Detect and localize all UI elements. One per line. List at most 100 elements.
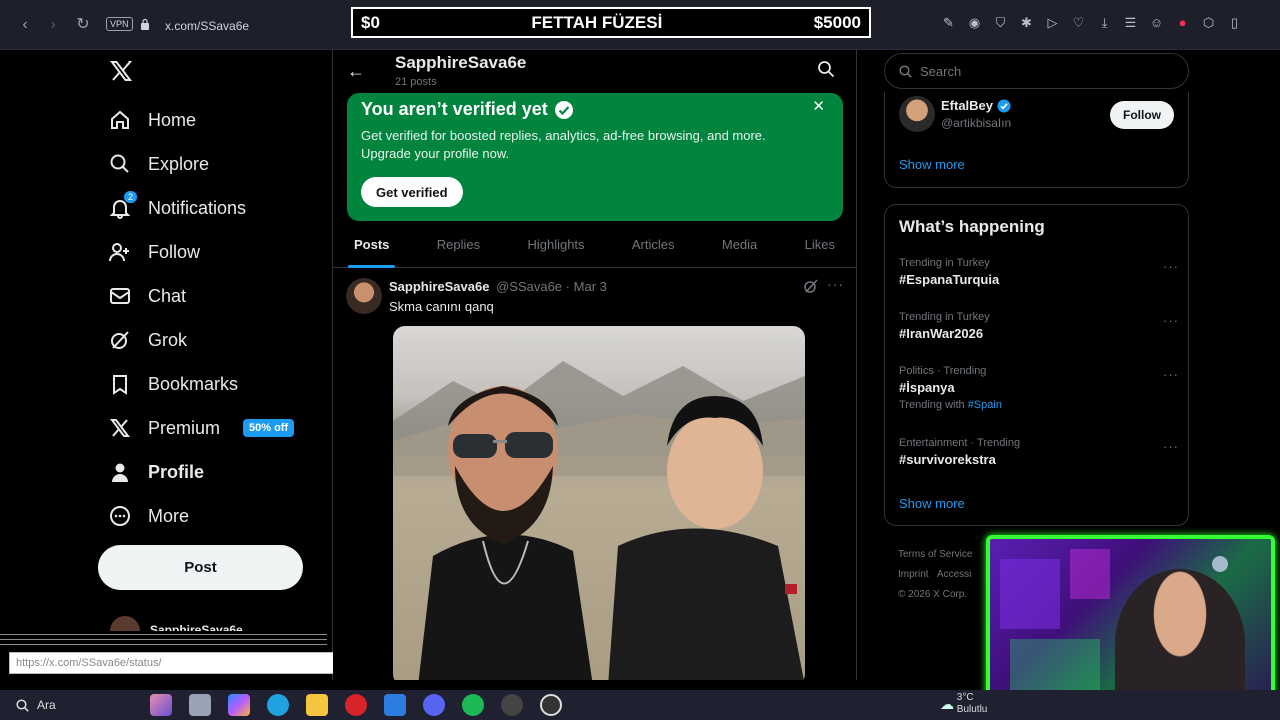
nav-notifications[interactable]: 2 Notifications (109, 191, 247, 222)
tab-likes[interactable]: Likes (805, 228, 835, 268)
mail-icon[interactable] (384, 694, 406, 716)
more-options-icon[interactable]: ··· (1163, 439, 1179, 454)
grok-icon[interactable] (803, 278, 819, 294)
avatar[interactable] (346, 278, 382, 314)
left-navigation: Home Explore 2 Notifications Follow Chat… (0, 50, 333, 680)
terms-link[interactable]: Terms of Service (898, 545, 972, 565)
search-input[interactable]: Search (884, 53, 1189, 89)
trend-item[interactable]: Entertainment · Trending #survivorekstra… (899, 437, 1179, 467)
post-image[interactable] (393, 326, 805, 680)
trend-category: Politics · Trending (899, 365, 987, 377)
folder-icon[interactable] (306, 694, 328, 716)
extension-icon[interactable]: ✱ (1018, 14, 1035, 31)
show-more-link[interactable]: Show more (899, 496, 965, 511)
whats-happening-title: What’s happening (899, 217, 1045, 236)
shield-icon[interactable]: ⛉ (992, 14, 1009, 31)
follow-button[interactable]: Follow (1110, 101, 1174, 129)
trend-related-tag[interactable]: #Spain (968, 399, 1002, 411)
taskbar-search-label: Ara (37, 698, 56, 712)
lock-icon[interactable] (140, 18, 150, 30)
vpn-badge[interactable]: VPN (106, 17, 133, 31)
imprint-link[interactable]: Imprint (898, 569, 929, 580)
trend-category: Entertainment · Trending (899, 437, 1021, 449)
verified-badge-icon (997, 99, 1011, 112)
nav-explore[interactable]: Explore (109, 150, 209, 178)
get-verified-button[interactable]: Get verified (361, 177, 463, 207)
post-button[interactable]: Post (98, 545, 303, 590)
widget-icon[interactable] (150, 694, 172, 716)
nav-home[interactable]: Home (109, 106, 196, 134)
edit-icon[interactable]: ✎ (940, 14, 957, 31)
accessibility-link[interactable]: Accessi (937, 569, 971, 580)
nav-notifications-label: Notifications (148, 197, 247, 218)
profile-icon[interactable]: ☺ (1148, 14, 1165, 31)
nav-follow[interactable]: Follow (109, 238, 200, 266)
more-options-icon[interactable]: ··· (827, 276, 844, 292)
tab-articles[interactable]: Articles (632, 228, 675, 268)
trend-category: Trending in Turkey (899, 311, 990, 323)
camera-icon[interactable]: ◉ (966, 14, 983, 31)
more-options-icon[interactable]: ··· (1163, 259, 1179, 274)
nav-grok-label: Grok (148, 329, 188, 350)
cube-icon[interactable]: ⬡ (1200, 14, 1217, 31)
forward-arrow-icon[interactable]: › (42, 14, 64, 36)
profile-timeline: ← SapphireSava6e 21 posts You aren’t ver… (333, 50, 857, 680)
account-switcher[interactable]: SapphireSava6e (110, 616, 325, 632)
post-author[interactable]: SapphireSava6e (389, 279, 489, 294)
nav-more[interactable]: More (109, 502, 189, 530)
post-date[interactable]: Mar 3 (574, 279, 607, 294)
reload-icon[interactable]: ↻ (72, 14, 94, 36)
nav-bookmarks[interactable]: Bookmarks (109, 370, 238, 398)
trend-item[interactable]: Trending in Turkey #EspanaTurquia ··· (899, 257, 1179, 287)
suggested-user-name[interactable]: EftalBey (941, 98, 1011, 113)
post-handle[interactable]: @SSava6e (496, 279, 562, 294)
banner-right-amount: $5000 (813, 12, 861, 32)
task-view-icon[interactable] (189, 694, 211, 716)
tab-media[interactable]: Media (722, 228, 757, 268)
trend-item[interactable]: Politics · Trending #İspanya Trending wi… (899, 365, 1179, 411)
sidebar-icon[interactable]: ▯ (1226, 14, 1243, 31)
nav-premium[interactable]: Premium 50% off (109, 414, 295, 442)
post-count: 21 posts (395, 76, 437, 88)
back-arrow-icon[interactable]: ‹ (14, 14, 36, 36)
bookmark-icon (109, 373, 131, 395)
more-options-icon[interactable]: ··· (1163, 367, 1179, 382)
nav-profile[interactable]: Profile (109, 458, 204, 486)
play-icon[interactable]: ▷ (1044, 14, 1061, 31)
avatar[interactable] (899, 96, 935, 132)
close-icon[interactable]: ✕ (812, 97, 825, 115)
show-more-link[interactable]: Show more (899, 157, 965, 172)
browser-toolbar: ‹ › ↻ VPN x.com/SSava6e $0 FETTAH FÜZESİ… (0, 0, 1280, 50)
avatar (110, 616, 140, 632)
obs-icon[interactable] (501, 694, 523, 716)
verify-description: Get verified for boosted replies, analyt… (361, 128, 766, 161)
menu-icon[interactable]: ☰ (1122, 14, 1139, 31)
nav-follow-label: Follow (148, 241, 201, 262)
taskbar-search[interactable]: Ara (16, 698, 146, 712)
tab-replies[interactable]: Replies (437, 228, 480, 268)
copilot-icon[interactable] (228, 694, 250, 716)
nav-home-label: Home (148, 109, 197, 130)
spotify-icon[interactable] (462, 694, 484, 716)
opera-icon[interactable] (345, 694, 367, 716)
media-player-icon[interactable] (540, 694, 562, 716)
edge-icon[interactable] (267, 694, 289, 716)
x-logo-icon[interactable] (109, 59, 133, 83)
nav-chat[interactable]: Chat (109, 282, 186, 310)
nav-grok[interactable]: Grok (109, 326, 187, 354)
weather-widget[interactable]: ☁ 3°C Bulutlu (940, 692, 987, 716)
verify-banner: You aren’t verified yet ✕ Get verified f… (347, 93, 843, 221)
search-icon[interactable] (817, 60, 835, 78)
trend-item[interactable]: Trending in Turkey #IranWar2026 ··· (899, 311, 1179, 341)
opera-red-icon[interactable]: ● (1174, 14, 1191, 31)
address-bar[interactable]: x.com/SSava6e (165, 19, 249, 33)
discord-icon[interactable] (423, 694, 445, 716)
more-options-icon[interactable]: ··· (1163, 313, 1179, 328)
heart-icon[interactable]: ♡ (1070, 14, 1087, 31)
download-icon[interactable]: ⤓ (1096, 14, 1113, 31)
nav-bookmarks-label: Bookmarks (148, 373, 239, 394)
back-arrow-icon[interactable]: ← (347, 61, 365, 82)
suggested-user-handle: @artikbisaIın (941, 116, 1012, 130)
tab-posts[interactable]: Posts (347, 228, 396, 268)
tab-highlights[interactable]: Highlights (527, 228, 584, 268)
